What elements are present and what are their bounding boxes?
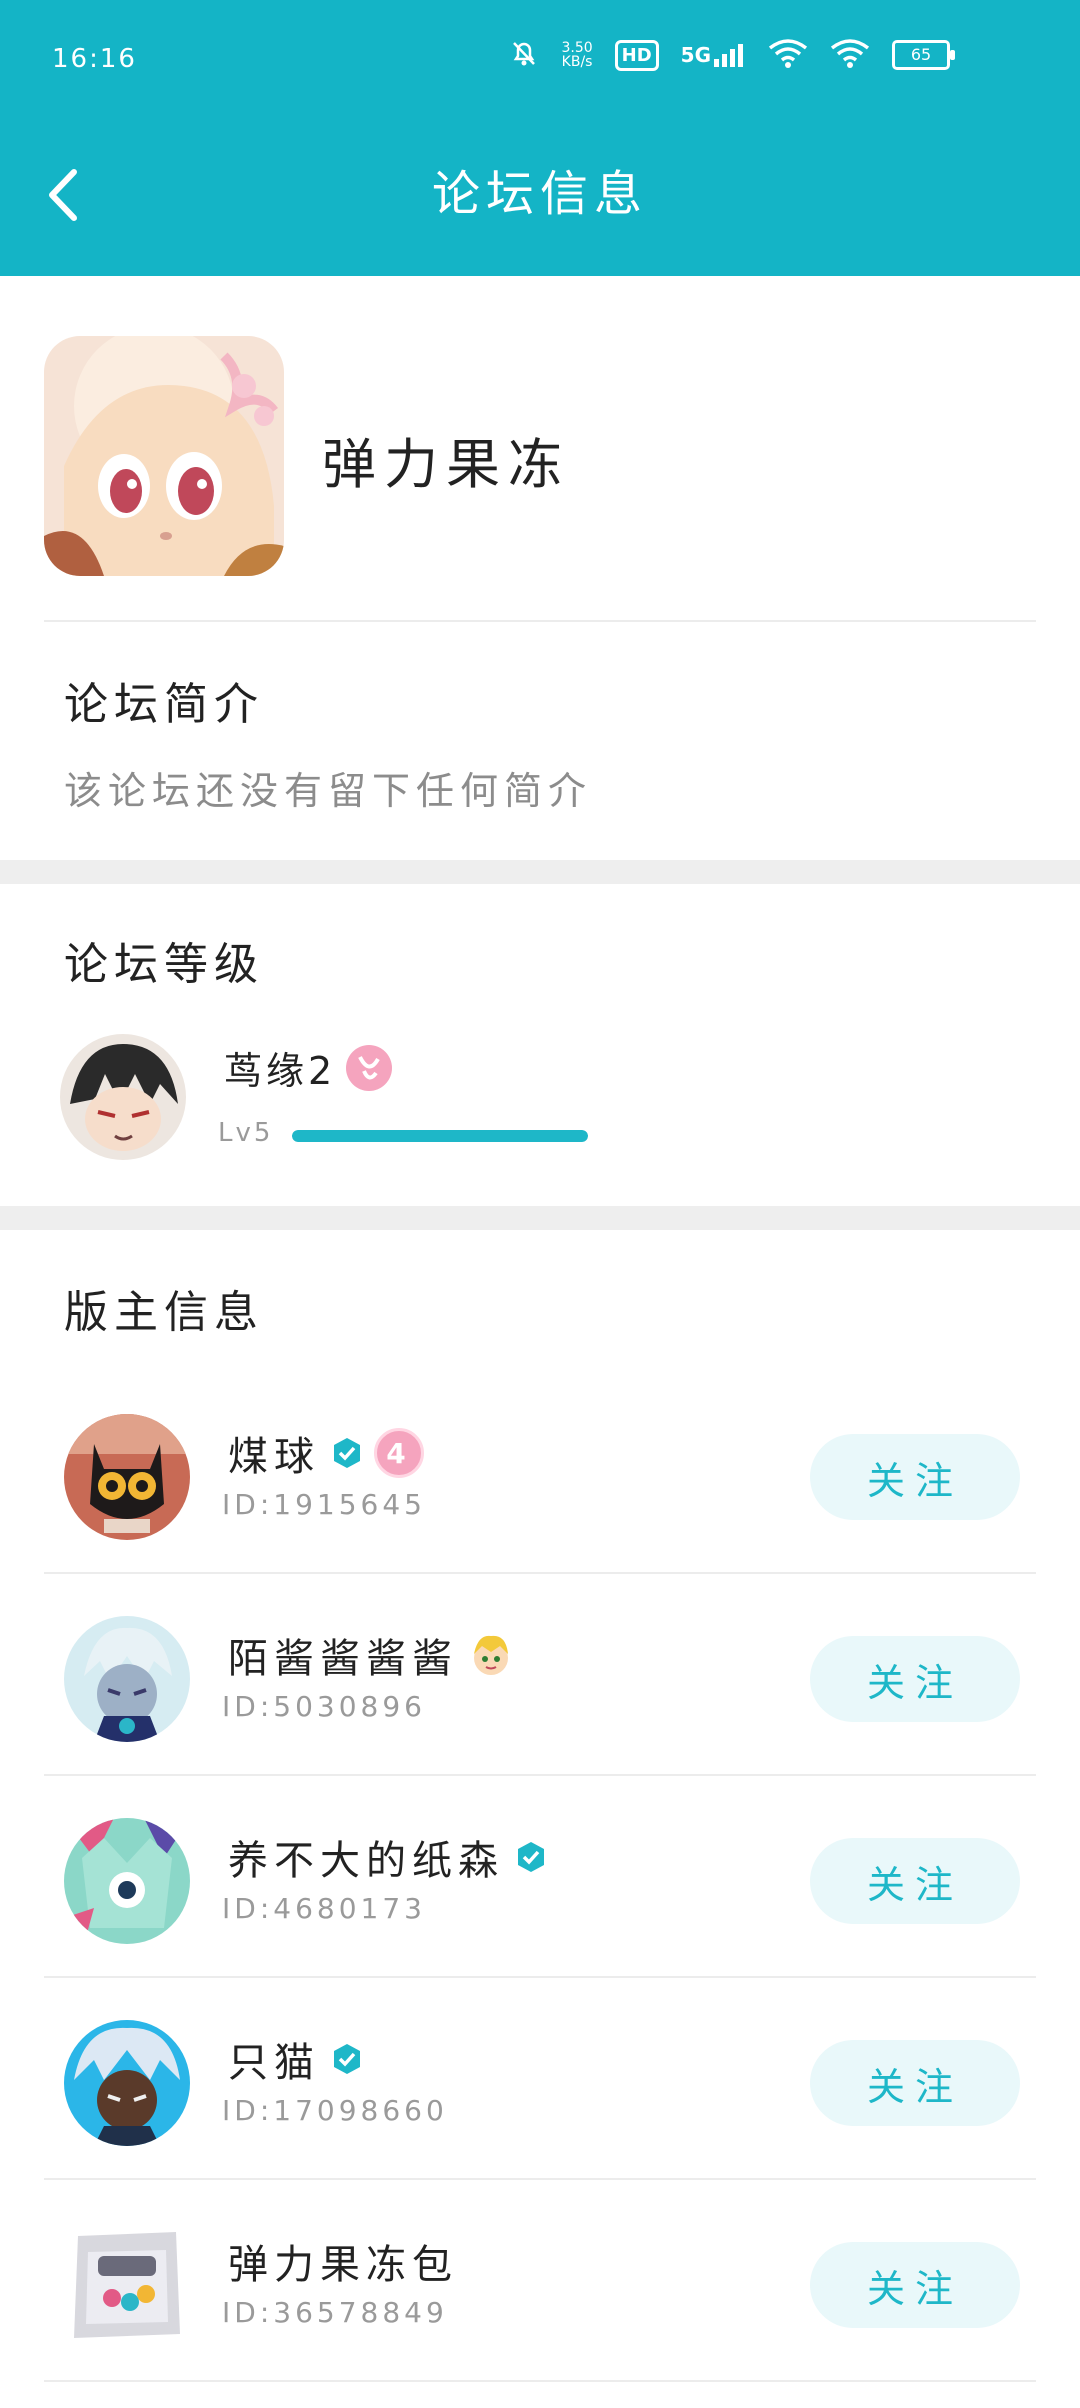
intro-text: 该论坛还没有留下任何简介 bbox=[64, 769, 593, 813]
moderator-name: 只猫 bbox=[228, 2030, 364, 2088]
rank-badge: 4 bbox=[374, 1428, 424, 1478]
list-item[interactable]: 陌酱酱酱酱 ID:5030896 关注 bbox=[0, 1572, 1080, 1774]
follow-button[interactable]: 关注 bbox=[810, 1636, 1020, 1722]
moderator-id: ID:17098660 bbox=[222, 2094, 448, 2127]
level-progress-bar bbox=[292, 1130, 588, 1142]
moderator-name: 养不大的纸森 bbox=[228, 1828, 548, 1886]
level-user-name[interactable]: 茑缘2 bbox=[224, 1040, 393, 1095]
rank-badge-icon bbox=[346, 1044, 393, 1091]
signal-icon: 5G bbox=[681, 43, 746, 67]
status-time: 16:16 bbox=[52, 44, 137, 74]
wifi-icon-2 bbox=[830, 38, 870, 72]
follow-button[interactable]: 关注 bbox=[810, 1434, 1020, 1520]
page-title: 论坛信息 bbox=[431, 166, 648, 222]
character-badge-icon bbox=[474, 1635, 508, 1675]
section-gap bbox=[0, 860, 1080, 884]
follow-button[interactable]: 关注 bbox=[810, 1838, 1020, 1924]
moderators-title: 版主信息 bbox=[64, 1287, 264, 1338]
list-item[interactable]: 只猫 ID:17098660 关注 bbox=[0, 1976, 1080, 2178]
level-progress-fill bbox=[292, 1130, 588, 1142]
divider bbox=[44, 2380, 1036, 2382]
mute-bell-icon bbox=[509, 38, 539, 72]
avatar[interactable] bbox=[64, 2222, 190, 2348]
moderator-name: 陌酱酱酱酱 bbox=[228, 1626, 514, 1684]
intro-title: 论坛简介 bbox=[64, 679, 264, 730]
level-label: Lv5 bbox=[218, 1118, 274, 1148]
level-title: 论坛等级 bbox=[64, 939, 264, 990]
verified-icon bbox=[518, 1842, 544, 1872]
verified-icon bbox=[334, 2044, 360, 2074]
level-user-avatar[interactable] bbox=[60, 1034, 186, 1160]
list-item[interactable]: 养不大的纸森 ID:4680173 关注 bbox=[0, 1774, 1080, 1976]
list-item[interactable]: 煤球 4 ID:1915645 关注 bbox=[0, 1370, 1080, 1572]
section-gap bbox=[0, 1206, 1080, 1230]
hd-indicator: HD bbox=[614, 39, 659, 71]
follow-button[interactable]: 关注 bbox=[810, 2040, 1020, 2126]
battery-icon: 65 bbox=[892, 40, 955, 70]
moderator-id: ID:1915645 bbox=[222, 1488, 426, 1521]
moderator-name: 煤球 4 bbox=[228, 1424, 424, 1482]
status-icons: 3.50 KB/s HD 5G 65 bbox=[509, 38, 955, 72]
avatar[interactable] bbox=[64, 2020, 190, 2146]
list-item[interactable]: 弹力果冻包 ID:36578849 关注 bbox=[0, 2178, 1080, 2380]
divider bbox=[44, 620, 1036, 622]
follow-button[interactable]: 关注 bbox=[810, 2242, 1020, 2328]
avatar[interactable] bbox=[64, 1818, 190, 1944]
moderator-id: ID:5030896 bbox=[222, 1690, 426, 1723]
net-speed: 3.50 KB/s bbox=[561, 40, 593, 70]
forum-avatar bbox=[44, 336, 284, 576]
verified-icon bbox=[334, 1438, 360, 1468]
moderator-id: ID:36578849 bbox=[222, 2296, 448, 2329]
wifi-icon bbox=[768, 38, 808, 72]
avatar[interactable] bbox=[64, 1616, 190, 1742]
moderator-name: 弹力果冻包 bbox=[228, 2242, 458, 2288]
forum-name: 弹力果冻 bbox=[322, 433, 570, 496]
status-bar: 16:16 3.50 KB/s HD 5G 65 bbox=[0, 0, 1080, 120]
app-bar: 16:16 3.50 KB/s HD 5G 65 论坛信息 bbox=[0, 0, 1080, 276]
moderator-id: ID:4680173 bbox=[222, 1892, 426, 1925]
avatar[interactable] bbox=[64, 1414, 190, 1540]
